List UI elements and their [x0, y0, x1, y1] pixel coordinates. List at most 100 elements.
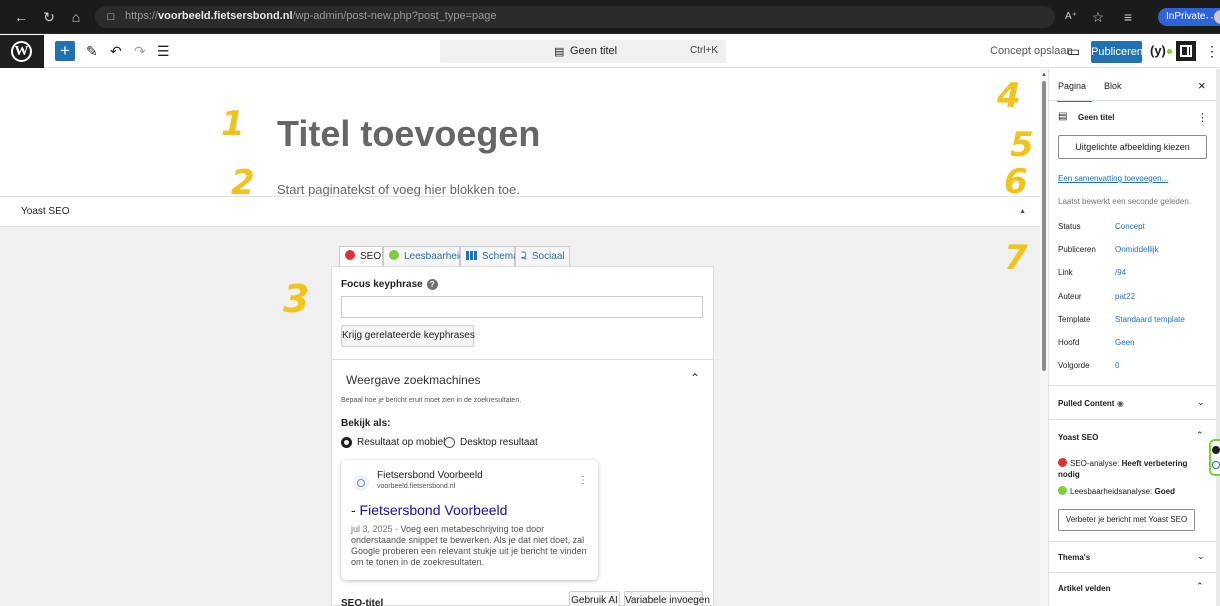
google-snippet-preview[interactable]: Fietsersbond Voorbeeld voorbeeld.fietser…	[341, 460, 598, 580]
improve-with-yoast-button[interactable]: Verbeter je bericht met Yoast SEO	[1058, 509, 1195, 531]
focus-keyphrase-input[interactable]	[341, 296, 703, 318]
divider	[1049, 100, 1220, 101]
document-icon: ▤	[554, 46, 565, 58]
tab-seo[interactable]: SEO	[339, 246, 383, 268]
field-status-value[interactable]: Concept	[1115, 222, 1145, 231]
tab-social[interactable]: ⫈ Sociaal	[515, 246, 570, 267]
caret-up-icon[interactable]: ▲	[1019, 208, 1026, 215]
favorite-icon[interactable]: ☆	[1090, 9, 1106, 25]
close-icon[interactable]	[1212, 446, 1220, 454]
field-author-value[interactable]: pat22	[1115, 292, 1135, 301]
radio-desktop-label[interactable]: Desktop resultaat	[460, 437, 538, 448]
url-text[interactable]: https://voorbeeld.fietsersbond.nl/wp-adm…	[125, 10, 496, 22]
snippet-title: - Fietsersbond Voorbeeld	[351, 502, 508, 518]
radio-desktop[interactable]	[444, 437, 455, 448]
address-bar[interactable]: □ https://voorbeeld.fietsersbond.nl/wp-a…	[95, 6, 1055, 28]
chat-icon[interactable]	[1212, 461, 1220, 469]
add-block-button[interactable]: +	[55, 41, 75, 61]
insert-variable-button[interactable]: Variabele invoegen	[624, 591, 710, 606]
related-keyphrases-button[interactable]: Krijg gerelateerde keyphrases	[341, 325, 475, 347]
field-parent-value[interactable]: Geen	[1115, 338, 1135, 347]
chevron-down-icon[interactable]: ⌄	[1197, 397, 1205, 408]
editor-toolbar: W + ✎ ↶ ↷ ☰ ▤ Geen titel Ctrl+K Concept …	[0, 35, 1220, 68]
settings-sidebar-toggle[interactable]	[1176, 41, 1196, 61]
snippet-description: jul 3, 2025 - Voeg een metabeschrijving …	[351, 524, 587, 567]
preview-icon[interactable]: ▭	[1067, 44, 1080, 58]
tab-block[interactable]: Blok	[1104, 81, 1122, 91]
field-template-key: Template	[1058, 315, 1091, 324]
browser-toolbar: ← ↻ ⌂ □ https://voorbeeld.fietsersbond.n…	[0, 0, 1220, 34]
publish-button[interactable]: Publiceren	[1091, 41, 1143, 63]
search-appearance-title[interactable]: Weergave zoekmachines	[346, 373, 481, 387]
settings-sidebar: Pagina Blok × ▤ Geen titel ⋮ Uitgelichte…	[1048, 69, 1220, 606]
divider	[1049, 572, 1220, 573]
home-icon[interactable]: ⌂	[68, 9, 84, 25]
floating-helper-button[interactable]	[1209, 439, 1220, 476]
pencil-icon[interactable]: ✎	[86, 43, 98, 59]
chevron-up-icon[interactable]: ⌃	[690, 371, 700, 385]
field-publish-value[interactable]: Onmiddellijk	[1115, 245, 1159, 254]
sidebar-page-title: Geen titel	[1078, 113, 1115, 122]
readability-result: Leesbaarheidsanalyse: Goed	[1058, 486, 1175, 497]
annotation-7: 7	[1004, 238, 1028, 278]
pulled-content-panel-title[interactable]: Pulled Content ◉	[1058, 399, 1124, 408]
lock-icon[interactable]: □	[103, 9, 119, 25]
snippet-site-url: voorbeeld.fietsersbond.nl	[377, 483, 456, 490]
chevron-up-icon[interactable]: ⌃	[1196, 581, 1204, 592]
block-appender-placeholder[interactable]: Start paginatekst of voeg hier blokken t…	[277, 182, 520, 197]
document-overview-icon[interactable]: ☰	[157, 43, 170, 59]
chevron-up-icon[interactable]: ⌃	[1196, 430, 1204, 441]
redo-icon[interactable]: ↷	[134, 43, 146, 59]
close-icon[interactable]: ×	[1198, 78, 1206, 93]
read-aloud-icon[interactable]: A⁺	[1063, 9, 1079, 25]
refresh-icon[interactable]: ↻	[41, 9, 57, 25]
focus-keyphrase-label: Focus keyphrase?	[341, 279, 438, 290]
divider	[1049, 419, 1220, 420]
share-icon: ⫈	[521, 251, 527, 262]
schema-grid-icon	[466, 251, 477, 260]
radio-mobile-label[interactable]: Resultaat op mobiel	[357, 437, 445, 448]
tab-page[interactable]: Pagina	[1056, 81, 1093, 102]
field-link-value[interactable]: /94	[1115, 268, 1126, 277]
help-icon[interactable]: ?	[426, 279, 438, 290]
save-draft-button[interactable]: Concept opslaan	[990, 45, 1073, 57]
field-template-value[interactable]: Standaard template	[1115, 315, 1185, 324]
back-icon[interactable]: ←	[13, 9, 29, 25]
yoast-metabox-header[interactable]: Yoast SEO ▲	[0, 196, 1040, 227]
command-palette-bar[interactable]: ▤ Geen titel Ctrl+K	[440, 40, 726, 63]
pulled-content-icon: ◉	[1116, 399, 1124, 408]
sidebar-scrollbar[interactable]	[1216, 69, 1220, 606]
field-link-key: Link	[1058, 268, 1073, 277]
undo-icon[interactable]: ↶	[110, 43, 122, 59]
page-options-kebab-icon[interactable]: ⋮	[1197, 111, 1208, 124]
screen: ← ↻ ⌂ □ https://voorbeeld.fietsersbond.n…	[0, 0, 1220, 606]
article-fields-panel-title[interactable]: Artikel velden	[1058, 584, 1110, 593]
command-shortcut: Ctrl+K	[689, 45, 718, 56]
divider	[1049, 385, 1220, 386]
tab-readability[interactable]: Leesbaarheid	[383, 246, 465, 267]
options-kebab-icon[interactable]: ⋮	[1205, 43, 1219, 60]
annotation-1: 1	[221, 104, 245, 144]
tab-schema[interactable]: Schema	[460, 246, 519, 267]
field-order-value[interactable]: 0	[1115, 361, 1119, 370]
wordpress-logo[interactable]: W	[0, 35, 44, 68]
annotation-2: 2	[231, 163, 255, 203]
yoast-toolbar-icon[interactable]: (y)	[1150, 43, 1172, 58]
field-status-key: Status	[1058, 222, 1081, 231]
themes-panel-title[interactable]: Thema's	[1058, 553, 1090, 562]
chevron-down-icon[interactable]: ⌄	[1197, 551, 1205, 562]
yoast-metabox-title: Yoast SEO	[21, 206, 70, 217]
yoast-panel-title[interactable]: Yoast SEO	[1058, 433, 1098, 442]
field-parent-key: Hoofd	[1058, 338, 1080, 347]
editor-scrollbar[interactable]: ▲	[1040, 69, 1048, 606]
use-ai-button[interactable]: Gebruik AI	[569, 591, 620, 606]
favorites-list-icon[interactable]: ≡	[1120, 9, 1136, 25]
radio-mobile[interactable]	[341, 437, 352, 448]
globe-icon	[353, 475, 369, 491]
more-icon[interactable]: ⋯	[1204, 9, 1220, 25]
wordpress-logo-icon: W	[11, 41, 32, 62]
excerpt-link[interactable]: Een samenvatting toevoegen...	[1058, 174, 1168, 183]
featured-image-button[interactable]: Uitgelichte afbeelding kiezen	[1058, 135, 1207, 159]
seo-status-bad-icon	[345, 250, 355, 260]
post-title-placeholder[interactable]: Titel toevoegen	[277, 113, 540, 155]
